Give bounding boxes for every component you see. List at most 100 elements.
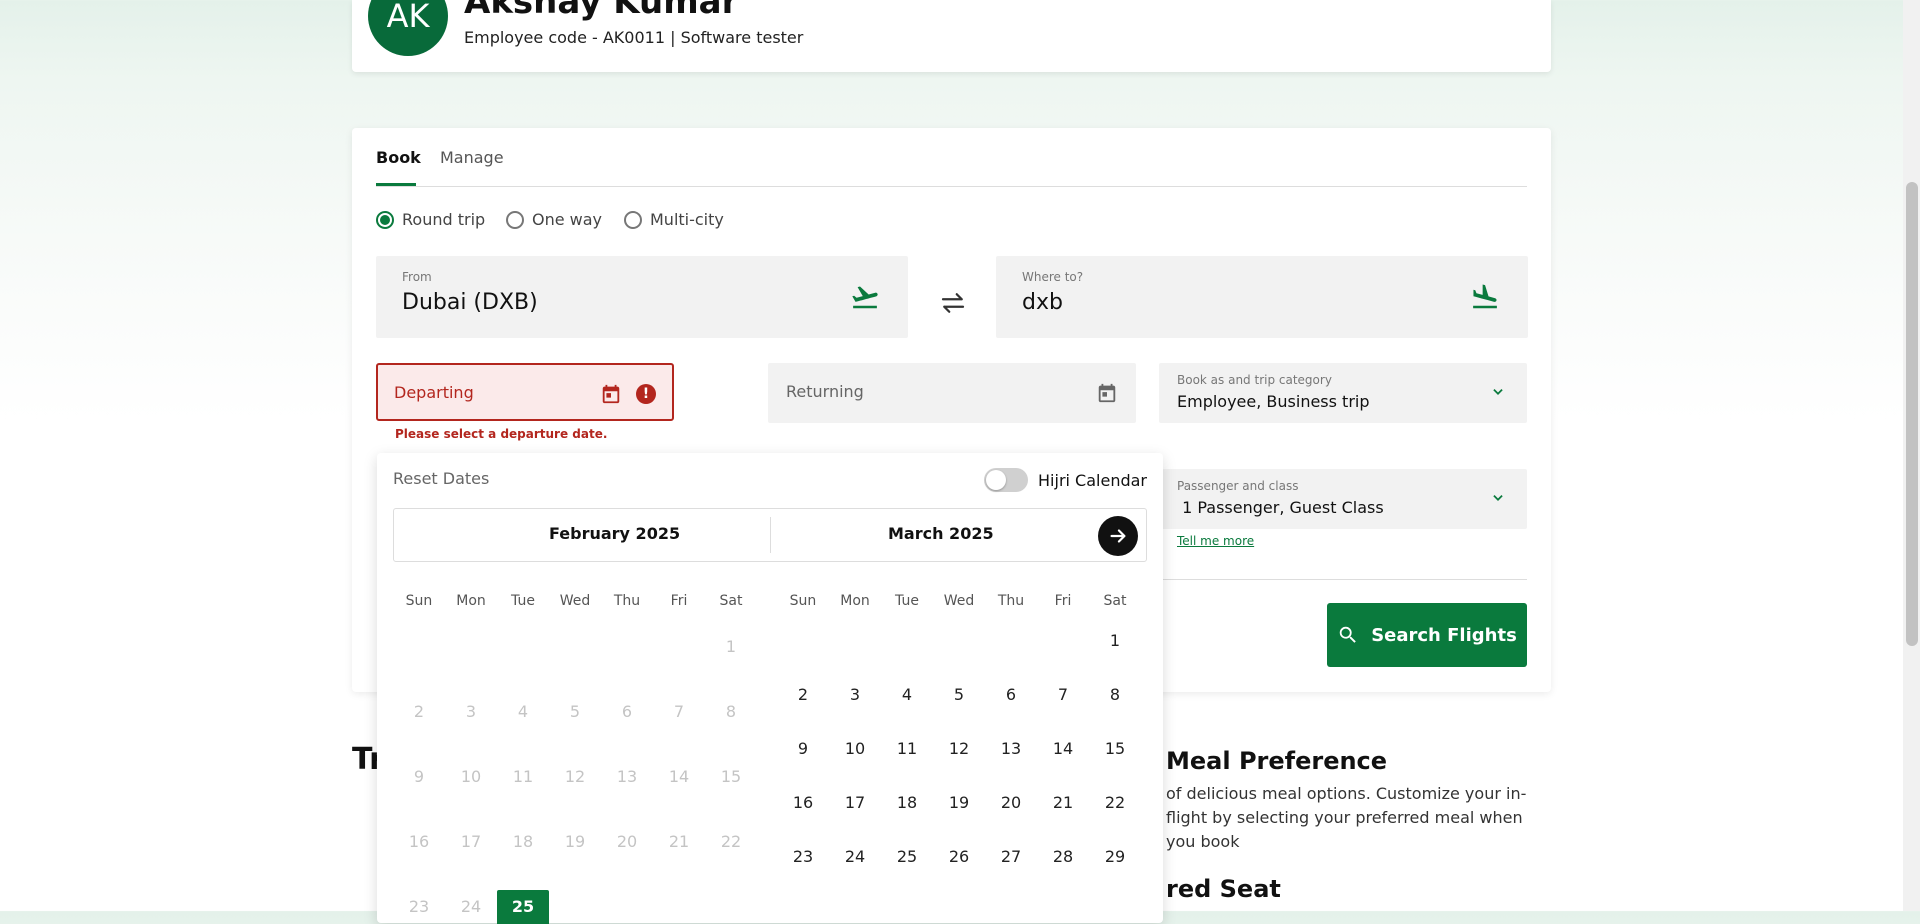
calendar-icon (1098, 383, 1116, 403)
departing-date-field[interactable]: Departing ! (376, 363, 674, 421)
calendar-day: 3 (465, 702, 477, 721)
calendar-day: 18 (512, 832, 534, 851)
weekday-header: Wed (559, 593, 591, 609)
calendar-day[interactable]: 7 (1037, 678, 1089, 712)
calendar-day[interactable]: 17 (829, 786, 881, 820)
radio-multi-city-dot (624, 210, 642, 229)
calendar-day: 15 (720, 767, 742, 786)
arrow-right-icon (1110, 529, 1126, 543)
calendar-day: 19 (564, 832, 586, 851)
weekday-header: Wed (943, 593, 975, 609)
book-as-value: Employee, Business trip (1177, 392, 1370, 411)
passenger-label: Passenger and class (1177, 479, 1299, 493)
page-scrollbar[interactable] (1903, 0, 1920, 911)
employee-subtitle: Employee code - AK0011 | Software tester (464, 28, 804, 47)
tell-me-more-link[interactable]: Tell me more (1177, 534, 1254, 548)
calendar-day: 12 (564, 767, 586, 786)
calendar-day[interactable]: 22 (1089, 786, 1141, 820)
calendar-day: 17 (460, 832, 482, 851)
departing-error-message: Please select a departure date. (395, 427, 608, 441)
calendar-day: 16 (408, 832, 430, 851)
calendar-day[interactable]: 24 (829, 840, 881, 874)
calendar-day[interactable]: 12 (933, 732, 985, 766)
search-icon (1339, 626, 1356, 643)
calendar-day[interactable]: 29 (1089, 840, 1141, 874)
weekday-header: Fri (670, 593, 688, 609)
tab-book[interactable]: Book (376, 148, 421, 167)
from-value: Dubai (DXB) (402, 290, 538, 315)
to-value: dxb (1022, 290, 1063, 315)
active-tab-indicator (376, 183, 416, 186)
calendar-day: 14 (668, 767, 690, 786)
calendar-day[interactable]: 13 (985, 732, 1037, 766)
calendar-day[interactable]: 25 (497, 890, 549, 924)
meal-preference-text: of delicious meal options. Customize you… (1166, 784, 1527, 851)
date-picker-popup: Reset Dates Hijri Calendar February 2025… (377, 453, 1163, 924)
calendar-day[interactable]: 14 (1037, 732, 1089, 766)
calendar-day[interactable]: 9 (777, 732, 829, 766)
swap-icon[interactable] (938, 288, 968, 318)
employee-name: Akshay Kumar (464, 0, 739, 22)
calendar-day: 21 (668, 832, 690, 851)
to-field[interactable]: Where to? dxb (996, 256, 1528, 338)
calendar-day[interactable]: 5 (933, 678, 985, 712)
calendar-day[interactable]: 25 (881, 840, 933, 874)
returning-date-field[interactable]: Returning (768, 363, 1136, 423)
calendar-day[interactable]: 19 (933, 786, 985, 820)
calendar-day[interactable]: 2 (777, 678, 829, 712)
book-as-select[interactable]: Book as and trip category Employee, Busi… (1159, 363, 1527, 423)
next-month-button[interactable] (1098, 516, 1138, 556)
calendar-day[interactable]: 23 (777, 840, 829, 874)
hijri-calendar-toggle[interactable] (984, 468, 1029, 492)
calendar-day[interactable]: 20 (985, 786, 1037, 820)
calendar-day[interactable]: 8 (1089, 678, 1141, 712)
month-title-march: March 2025 (888, 524, 994, 543)
from-field[interactable]: From Dubai (DXB) (376, 256, 908, 338)
calendar-day: 10 (460, 767, 482, 786)
weekday-header: Sat (719, 593, 743, 609)
radio-one-way[interactable]: One way (506, 210, 602, 229)
to-label: Where to? (1022, 270, 1084, 284)
profile-card: AK Akshay Kumar Employee code - AK0011 |… (352, 0, 1551, 72)
weekday-header: Tue (511, 593, 535, 609)
calendar-day[interactable]: 16 (777, 786, 829, 820)
calendar-day[interactable]: 10 (829, 732, 881, 766)
calendar-day[interactable]: 21 (1037, 786, 1089, 820)
radio-one-way-label: One way (532, 210, 603, 229)
passenger-class-select[interactable]: Passenger and class 1 Passenger, Guest C… (1159, 469, 1527, 529)
calendar-day[interactable]: 15 (1089, 732, 1141, 766)
calendar-day: 5 (569, 702, 581, 721)
calendar-day[interactable]: 18 (881, 786, 933, 820)
radio-multi-city-label: Multi-city (650, 210, 724, 229)
book-as-label: Book as and trip category (1177, 373, 1332, 387)
calendar-day: 13 (616, 767, 638, 786)
error-icon: ! (636, 384, 656, 404)
avatar: AK (368, 0, 448, 56)
calendar-day[interactable]: 1 (1089, 624, 1141, 658)
weekday-header: Mon (456, 593, 486, 609)
calendar-day: 8 (725, 702, 737, 721)
calendar-day[interactable]: 4 (881, 678, 933, 712)
tab-manage[interactable]: Manage (440, 148, 504, 167)
calendar-day[interactable]: 26 (933, 840, 985, 874)
weekday-header: Mon (840, 593, 870, 609)
calendar-day[interactable]: 27 (985, 840, 1037, 874)
reset-dates-button[interactable]: Reset Dates (393, 469, 489, 488)
calendar-day[interactable]: 3 (829, 678, 881, 712)
radio-round-trip[interactable]: Round trip (376, 210, 485, 229)
weekday-header: Tue (895, 593, 919, 609)
weekday-header: Sun (789, 593, 817, 609)
search-flights-button[interactable]: Search Flights (1327, 603, 1527, 667)
radio-multi-city[interactable]: Multi-city (624, 210, 724, 229)
returning-placeholder: Returning (786, 382, 864, 401)
hijri-calendar-label: Hijri Calendar (1038, 470, 1147, 490)
calendar-day[interactable]: 6 (985, 678, 1037, 712)
scrollbar-thumb[interactable] (1906, 182, 1918, 646)
calendar-day: 4 (517, 702, 529, 721)
search-flights-label: Search Flights (1371, 624, 1517, 646)
calendar-day[interactable]: 28 (1037, 840, 1089, 874)
weekday-header: Sun (405, 593, 433, 609)
calendar-day[interactable]: 11 (881, 732, 933, 766)
meal-preference-title: Meal Preference (1166, 747, 1388, 775)
calendar-day: 20 (616, 832, 638, 851)
